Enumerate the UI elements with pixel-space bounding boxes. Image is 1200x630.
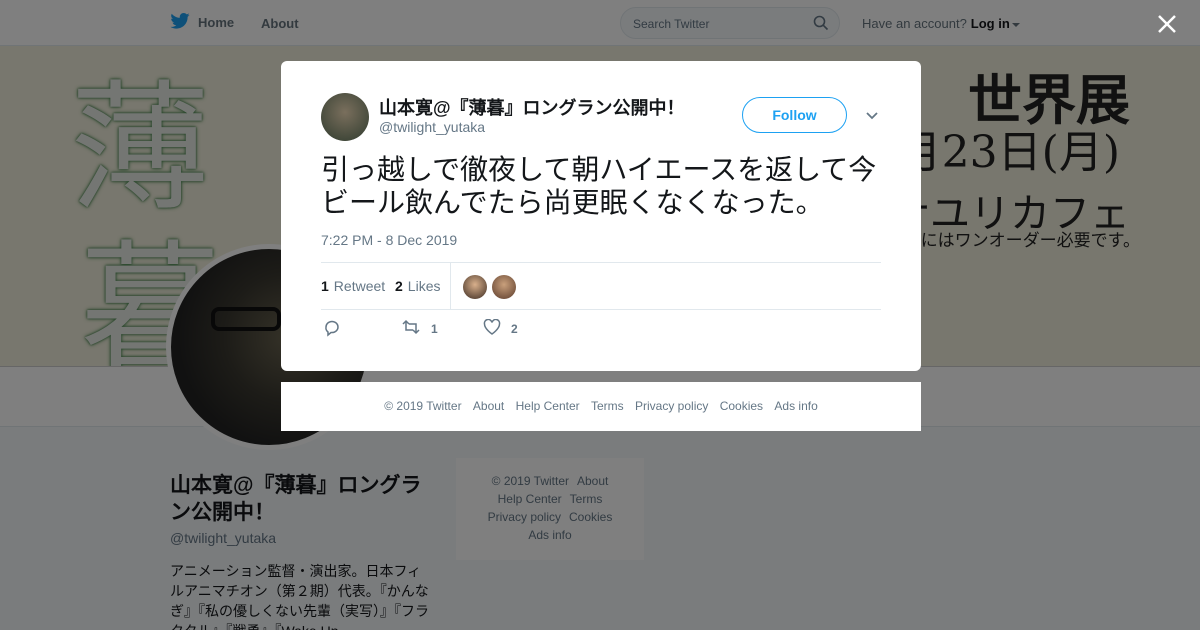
retweet-stat-label: Retweet bbox=[333, 278, 386, 294]
stats-divider bbox=[450, 263, 451, 309]
tweet-stats: 1 Retweet 2 Likes bbox=[321, 262, 881, 310]
tweet-actions: 1 2 bbox=[321, 318, 621, 345]
follow-button[interactable]: Follow bbox=[742, 97, 847, 133]
retweet-stat[interactable]: 1 Retweet bbox=[321, 278, 385, 294]
retweet-icon bbox=[401, 319, 421, 338]
tweet-timestamp[interactable]: 7:22 PM - 8 Dec 2019 bbox=[321, 232, 457, 248]
tweet-modal: 山本寛@『薄暮』ロングラン公開中！ @twilight_yutaka Follo… bbox=[281, 61, 921, 371]
retweet-count: 1 bbox=[321, 278, 329, 294]
chevron-down-icon[interactable] bbox=[865, 108, 879, 126]
tweet-text: 引っ越しで徹夜して朝ハイエースを返して今ビール飲んでたら尚更眠くなくなった。 bbox=[321, 154, 877, 218]
likes-stat-label: Likes bbox=[407, 278, 441, 294]
footer-privacy-link[interactable]: Privacy policy bbox=[635, 399, 708, 413]
tweet-author-name[interactable]: 山本寛@『薄暮』ロングラン公開中！ bbox=[379, 94, 685, 120]
likes-stat[interactable]: 2 Likes bbox=[395, 278, 440, 294]
heart-icon bbox=[483, 318, 501, 338]
like-action-count: 2 bbox=[511, 321, 518, 336]
footer-help-link[interactable]: Help Center bbox=[516, 399, 580, 413]
like-action[interactable]: 2 bbox=[483, 318, 518, 338]
tweet-author-handle[interactable]: @twilight_yutaka bbox=[379, 119, 485, 135]
likes-count: 2 bbox=[395, 278, 403, 294]
reply-icon bbox=[323, 319, 341, 340]
liker-avatar[interactable] bbox=[463, 275, 487, 299]
close-icon[interactable] bbox=[1155, 12, 1179, 36]
liker-avatar[interactable] bbox=[492, 275, 516, 299]
footer-about-link[interactable]: About bbox=[473, 399, 504, 413]
footer-ads-link[interactable]: Ads info bbox=[774, 399, 817, 413]
modal-footer: © 2019 Twitter About Help Center Terms P… bbox=[281, 382, 921, 431]
retweet-action[interactable]: 1 bbox=[401, 319, 438, 338]
retweet-action-count: 1 bbox=[431, 321, 438, 336]
footer-terms-link[interactable]: Terms bbox=[591, 399, 624, 413]
reply-action[interactable] bbox=[323, 319, 341, 340]
footer-copyright: © 2019 Twitter bbox=[384, 399, 462, 413]
footer-cookies-link[interactable]: Cookies bbox=[720, 399, 763, 413]
tweet-author-avatar[interactable] bbox=[321, 93, 369, 141]
